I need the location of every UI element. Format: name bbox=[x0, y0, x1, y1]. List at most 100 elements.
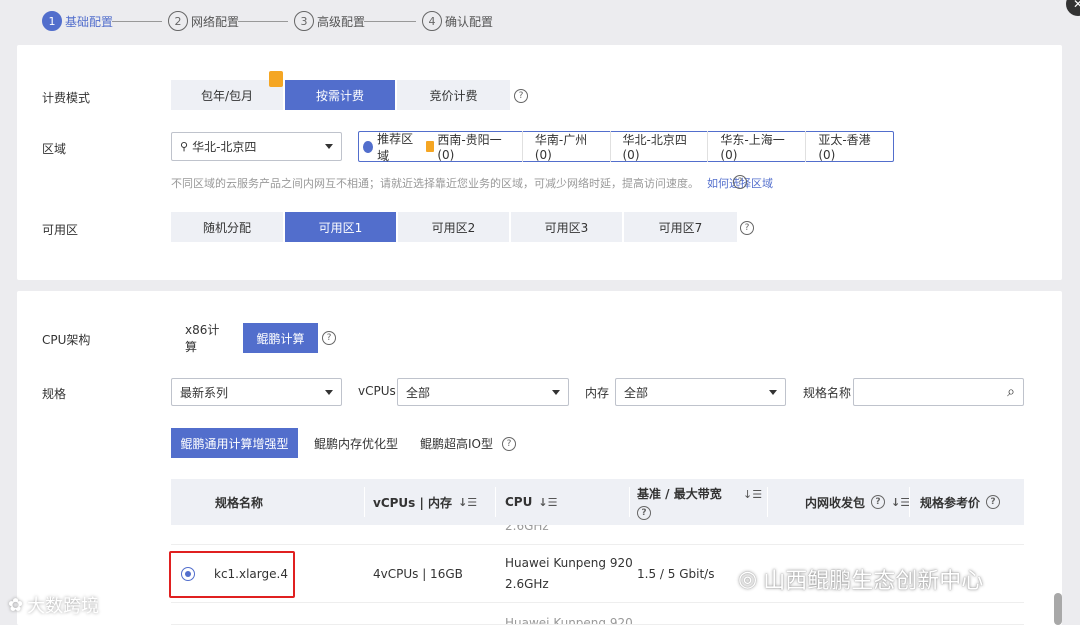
chevron-down-icon bbox=[552, 390, 560, 395]
highlight-box bbox=[169, 551, 295, 598]
az-option-2[interactable]: 可用区2 bbox=[398, 212, 511, 242]
sort-icon[interactable]: ↓☰ bbox=[538, 496, 557, 509]
header-vcpu-mem-label: vCPUs | 内存 bbox=[373, 495, 453, 510]
header-price: 规格参考价 ? bbox=[920, 479, 1001, 525]
memory-select[interactable]: 全部 bbox=[615, 378, 786, 406]
help-icon[interactable]: ? bbox=[740, 221, 754, 235]
step-number: 1 bbox=[42, 11, 62, 31]
cpu-arch-kunpeng[interactable]: 鲲鹏计算 bbox=[243, 323, 318, 353]
watermark-logo-icon: ✿ bbox=[8, 594, 24, 616]
vcpus-select[interactable]: 全部 bbox=[397, 378, 569, 406]
az-option-1[interactable]: 可用区1 bbox=[285, 212, 398, 242]
az-option-random[interactable]: 随机分配 bbox=[171, 212, 285, 242]
billing-mode-selector: 包年/包月 按需计费 竞价计费 bbox=[171, 80, 510, 110]
recommended-region-item[interactable]: 华南-广州 (0) bbox=[521, 131, 610, 162]
hot-icon bbox=[425, 141, 435, 152]
table-row[interactable]: 2.6GHz bbox=[171, 525, 1024, 545]
billing-label: 计费模式 bbox=[42, 91, 91, 105]
cpu-freq-partial: 2.6GHz bbox=[505, 525, 549, 533]
vcpus-select-value: 全部 bbox=[406, 385, 431, 400]
spec-tab-memory-optimized[interactable]: 鲲鹏内存优化型 bbox=[314, 428, 398, 458]
location-pin-icon: ⚲ bbox=[180, 140, 189, 153]
help-icon[interactable]: ? bbox=[986, 495, 1001, 509]
table-row[interactable]: Huawei Kunpeng 920 bbox=[171, 604, 1024, 625]
chevron-down-icon bbox=[769, 390, 777, 395]
watermark-right: ◎ 山西鲲鹏生态创新中心 bbox=[738, 563, 983, 595]
close-icon[interactable]: ✕ bbox=[1066, 0, 1080, 16]
header-spec-name: 规格名称 bbox=[215, 495, 264, 510]
column-divider bbox=[495, 487, 496, 517]
header-price-label: 规格参考价 bbox=[920, 495, 981, 510]
region-item-label: 西南-贵阳一 (0) bbox=[437, 133, 502, 162]
sort-icon[interactable]: ↓☰ bbox=[458, 496, 477, 509]
header-cpu-label: CPU bbox=[505, 495, 533, 509]
recommended-region-item[interactable]: 华东-上海一 (0) bbox=[707, 131, 805, 162]
step-1[interactable]: 1 基础配置 bbox=[42, 10, 113, 32]
step-3[interactable]: 3 高级配置 bbox=[294, 10, 365, 32]
vcpus-label: vCPUs bbox=[358, 384, 396, 398]
recommended-region-item[interactable]: 华北-北京四 (0) bbox=[609, 131, 708, 162]
discount-tag-icon bbox=[269, 71, 283, 87]
header-pps[interactable]: 内网收发包 ? ↓☰ bbox=[805, 479, 910, 525]
row-cpu-model: Huawei Kunpeng 920 bbox=[505, 556, 633, 570]
thumbs-up-icon bbox=[363, 140, 374, 153]
scrollbar-thumb[interactable] bbox=[1054, 593, 1062, 625]
spec-tab-ultra-io[interactable]: 鲲鹏超高IO型 bbox=[420, 428, 493, 458]
sort-icon[interactable]: ↓☰ bbox=[891, 496, 910, 509]
row-vcpu-mem: 4vCPUs | 16GB bbox=[373, 567, 463, 581]
header-cpu[interactable]: CPU ↓☰ bbox=[505, 479, 557, 525]
column-divider bbox=[909, 487, 910, 517]
row-cpu-freq: 2.6GHz bbox=[505, 577, 549, 591]
region-select[interactable]: ⚲ 华北-北京四 bbox=[171, 132, 342, 161]
az-option-3[interactable]: 可用区3 bbox=[511, 212, 624, 242]
help-icon[interactable]: ? bbox=[733, 175, 747, 189]
column-divider bbox=[629, 487, 630, 517]
recommended-region-item[interactable]: 亚太-香港 (0) bbox=[805, 131, 893, 162]
step-number: 2 bbox=[168, 11, 188, 31]
step-label: 网络配置 bbox=[191, 14, 240, 29]
help-icon[interactable]: ? bbox=[322, 331, 336, 345]
step-connector bbox=[238, 21, 288, 22]
step-2[interactable]: 2 网络配置 bbox=[168, 10, 239, 32]
step-number: 3 bbox=[294, 11, 314, 31]
header-vcpu-mem[interactable]: vCPUs | 内存 ↓☰ bbox=[373, 479, 477, 525]
spec-name-search-input[interactable]: ⌕ bbox=[853, 378, 1024, 406]
header-pps-label: 内网收发包 bbox=[805, 495, 866, 510]
step-number: 4 bbox=[422, 11, 442, 31]
header-bandwidth-label: 基准 / 最大带宽 bbox=[637, 487, 722, 501]
spec-tab-general-enhanced[interactable]: 鲲鹏通用计算增强型 bbox=[171, 428, 298, 458]
region-label: 区域 bbox=[42, 142, 67, 156]
memory-select-value: 全部 bbox=[624, 385, 649, 400]
column-divider bbox=[767, 487, 768, 517]
help-icon[interactable]: ? bbox=[514, 89, 528, 103]
billing-option-spot[interactable]: 竞价计费 bbox=[397, 80, 510, 110]
step-connector bbox=[112, 21, 162, 22]
chevron-down-icon bbox=[325, 144, 333, 149]
series-select[interactable]: 最新系列 bbox=[171, 378, 342, 406]
help-icon[interactable]: ? bbox=[637, 506, 651, 520]
help-icon[interactable]: ? bbox=[871, 495, 886, 509]
region-hint: 不同区域的云服务产品之间内网互不相通；请就近选择靠近您业务的区域，可减少网络时延… bbox=[171, 175, 773, 191]
spec-label: 规格 bbox=[42, 387, 67, 401]
series-select-value: 最新系列 bbox=[180, 385, 229, 400]
region-select-value: 华北-北京四 bbox=[192, 140, 257, 154]
step-4[interactable]: 4 确认配置 bbox=[422, 10, 493, 32]
az-option-7[interactable]: 可用区7 bbox=[624, 212, 737, 242]
help-icon[interactable]: ? bbox=[502, 437, 516, 451]
billing-option-yearly[interactable]: 包年/包月 bbox=[171, 80, 285, 110]
header-bandwidth[interactable]: 基准 / 最大带宽 ? bbox=[637, 479, 722, 525]
az-selector: 随机分配 可用区1 可用区2 可用区3 可用区7 bbox=[171, 212, 737, 242]
wechat-icon: ◎ bbox=[738, 566, 758, 592]
recommended-region-item[interactable]: 西南-贵阳一 (0) bbox=[418, 131, 522, 162]
search-icon[interactable]: ⌕ bbox=[1007, 384, 1015, 400]
cpu-arch-label: CPU架构 bbox=[42, 333, 91, 347]
watermark-right-text: 山西鲲鹏生态创新中心 bbox=[763, 569, 984, 594]
recommended-label: 推荐区域 bbox=[359, 130, 418, 164]
row-bandwidth: 1.5 / 5 Gbit/s bbox=[637, 567, 715, 581]
chevron-down-icon bbox=[325, 390, 333, 395]
recommended-text: 推荐区域 bbox=[377, 131, 414, 163]
billing-option-on-demand[interactable]: 按需计费 bbox=[285, 80, 397, 110]
cpu-arch-x86[interactable]: x86计算 bbox=[185, 323, 231, 354]
step-label: 基础配置 bbox=[65, 14, 114, 29]
sort-icon[interactable]: ↓☰ bbox=[743, 488, 762, 501]
